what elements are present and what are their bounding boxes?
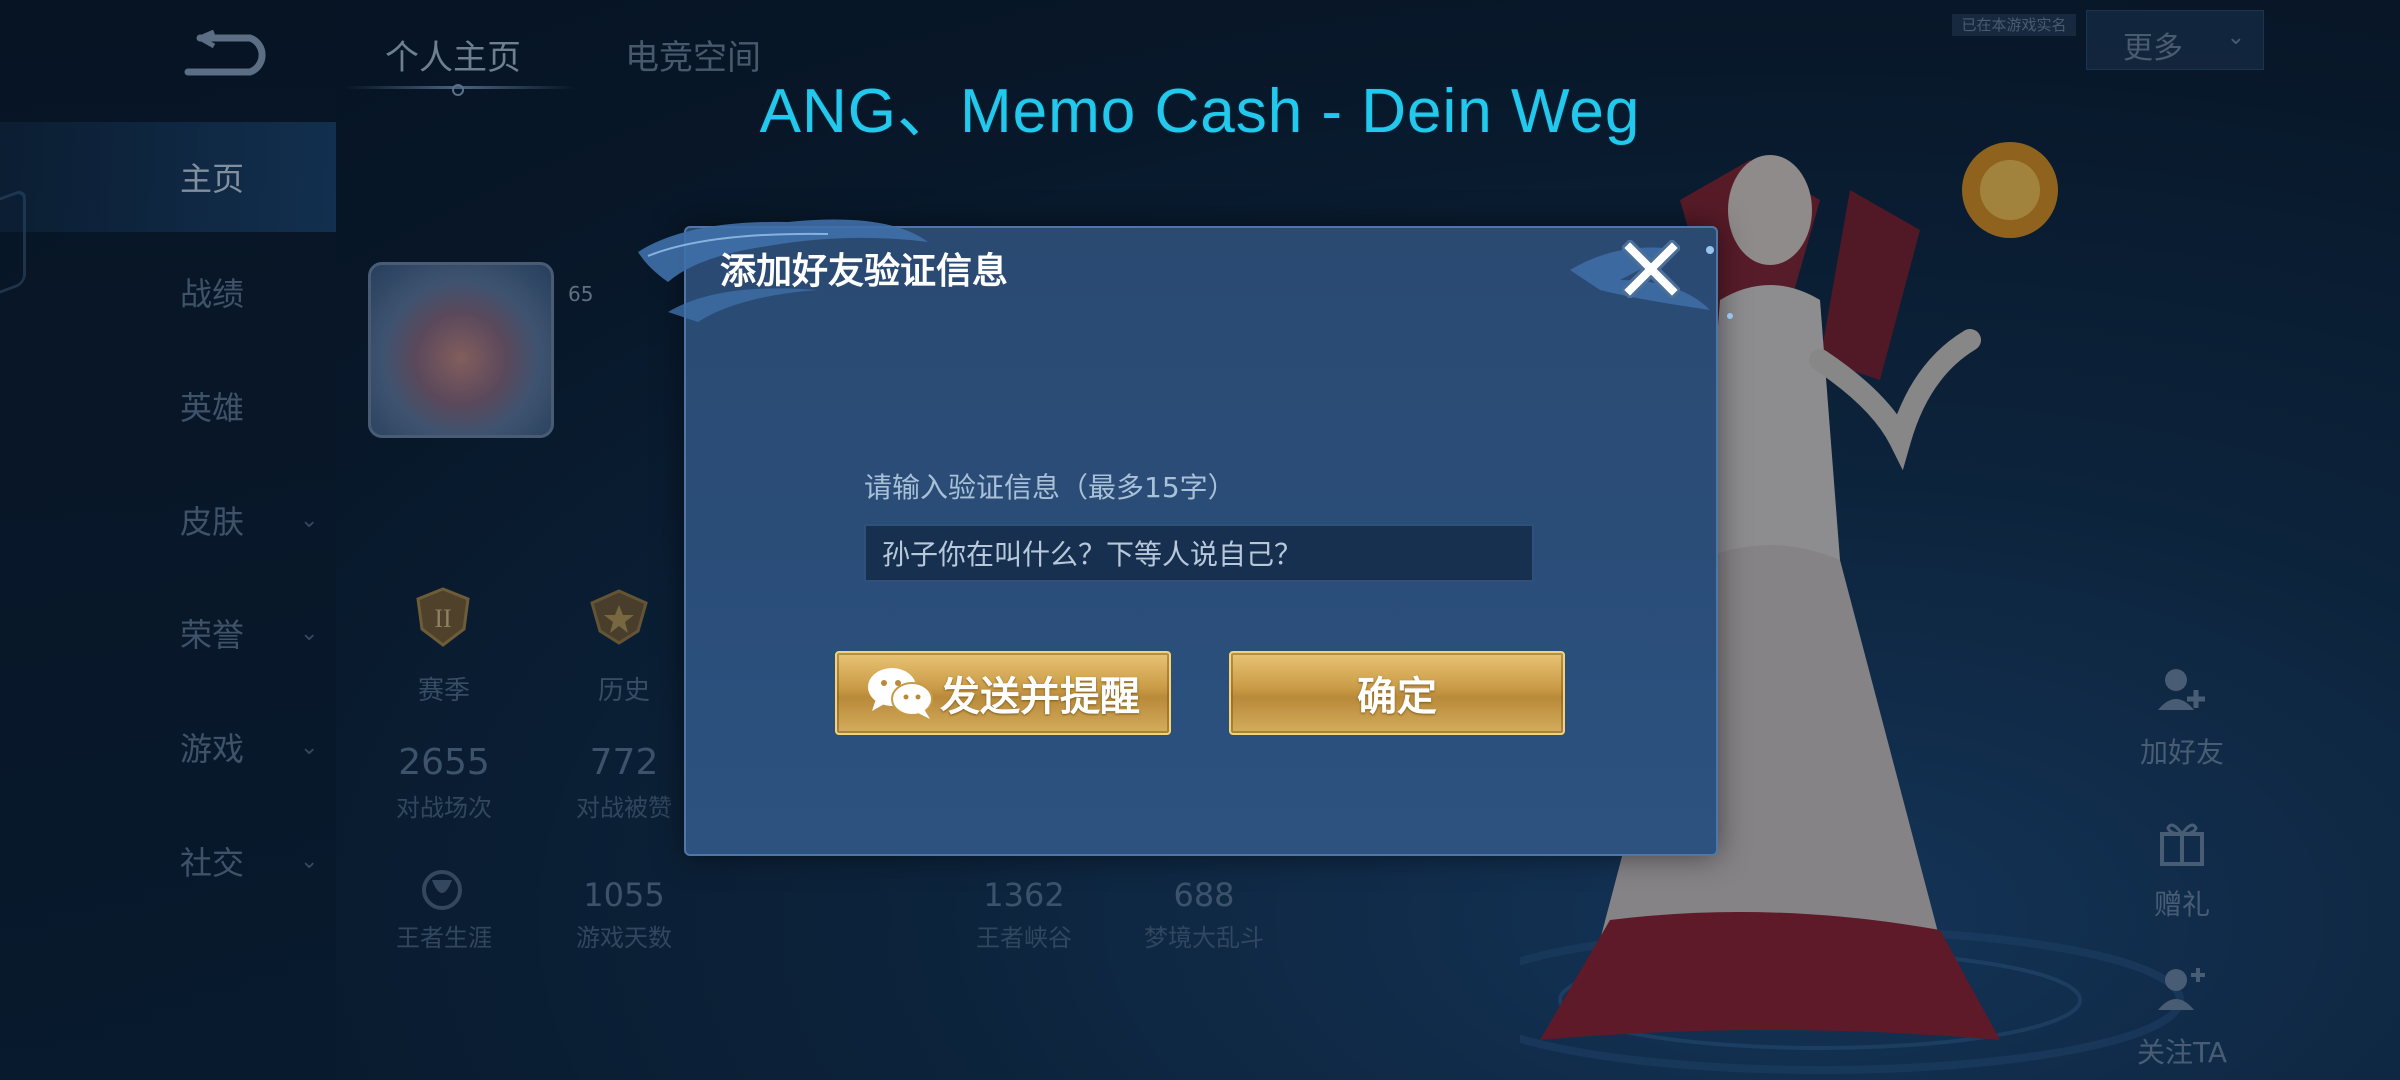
brawl-count: 688: [1173, 876, 1235, 914]
verification-message-input[interactable]: [864, 524, 1534, 582]
verification-prompt: 请输入验证信息（最多15字）: [864, 471, 1236, 504]
career-emblem-icon: [422, 870, 462, 910]
sidebar-item-heroes[interactable]: 英雄: [0, 351, 336, 461]
likes-count: 772: [589, 742, 659, 783]
battles-count: 2655: [398, 742, 490, 783]
canyon-count: 1362: [983, 876, 1065, 914]
brawl-label: 梦境大乱斗: [1144, 924, 1264, 952]
song-title: ANG、Memo Cash - Dein Weg: [759, 77, 1641, 146]
days-count: 1055: [583, 876, 665, 914]
days-label: 游戏天数: [576, 924, 672, 952]
follow-action[interactable]: 关注TA: [2122, 960, 2242, 1071]
follow-icon: [2158, 968, 2205, 1010]
close-icon[interactable]: [1622, 240, 1680, 298]
chevron-down-icon: ⌄: [300, 620, 319, 646]
avatar[interactable]: [368, 262, 554, 438]
sidebar-item-social[interactable]: 社交 ⌄: [0, 806, 336, 916]
gift-label: 赠礼: [2153, 888, 2210, 921]
sidebar-item-records[interactable]: 战绩: [0, 237, 336, 347]
battles-label: 对战场次: [396, 794, 492, 822]
send-and-remind-button[interactable]: 发送并提醒: [835, 651, 1171, 735]
chevron-down-icon: ⌄: [300, 848, 319, 874]
wechat-icon: [868, 668, 933, 719]
season-label: 赛季: [417, 676, 470, 706]
chevron-down-icon: ⌄: [300, 734, 319, 760]
add-friend-icon: [2158, 669, 2205, 710]
chevron-down-icon: ⌄: [2226, 25, 2245, 50]
sidebar-item-skins[interactable]: 皮肤 ⌄: [0, 465, 336, 575]
gift-action[interactable]: 赠礼: [2122, 812, 2242, 923]
history-label: 历史: [597, 676, 650, 706]
level-badge: 65: [568, 282, 594, 306]
likes-label: 对战被赞: [576, 794, 672, 822]
season-rank-icon: II: [416, 587, 470, 647]
sidebar-item-honor[interactable]: 荣誉 ⌄: [0, 578, 336, 688]
gift-icon: [2160, 823, 2204, 866]
add-friend-label: 加好友: [2139, 736, 2224, 769]
chevron-down-icon: ⌄: [300, 507, 319, 533]
canyon-label: 王者峡谷: [976, 924, 1072, 952]
sidebar-item-games[interactable]: 游戏 ⌄: [0, 692, 336, 802]
career-label: 王者生涯: [396, 924, 492, 952]
verified-note: 已在本游戏实名: [1952, 14, 2076, 36]
follow-label: 关注TA: [2136, 1036, 2228, 1069]
history-rank-icon: [590, 589, 648, 645]
sidebar: 主页 战绩 英雄 皮肤 ⌄ 荣誉 ⌄ 游戏 ⌄ 社交 ⌄: [0, 0, 336, 1080]
dialog-title: 添加好友验证信息: [720, 251, 1009, 292]
confirm-button[interactable]: 确定: [1229, 651, 1565, 735]
svg-text:II: II: [434, 604, 451, 633]
add-friend-action[interactable]: 加好友: [2122, 660, 2242, 771]
